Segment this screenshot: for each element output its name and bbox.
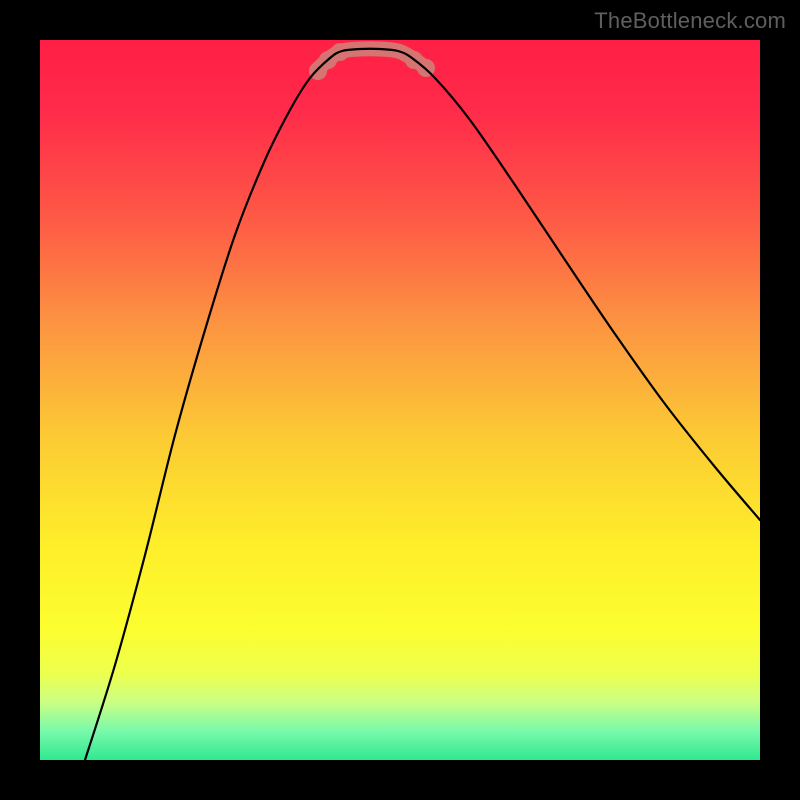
watermark-text: TheBottleneck.com [594, 8, 786, 34]
chart-frame: TheBottleneck.com [0, 0, 800, 800]
plot-area [40, 40, 760, 760]
heatmap-gradient [40, 40, 760, 760]
